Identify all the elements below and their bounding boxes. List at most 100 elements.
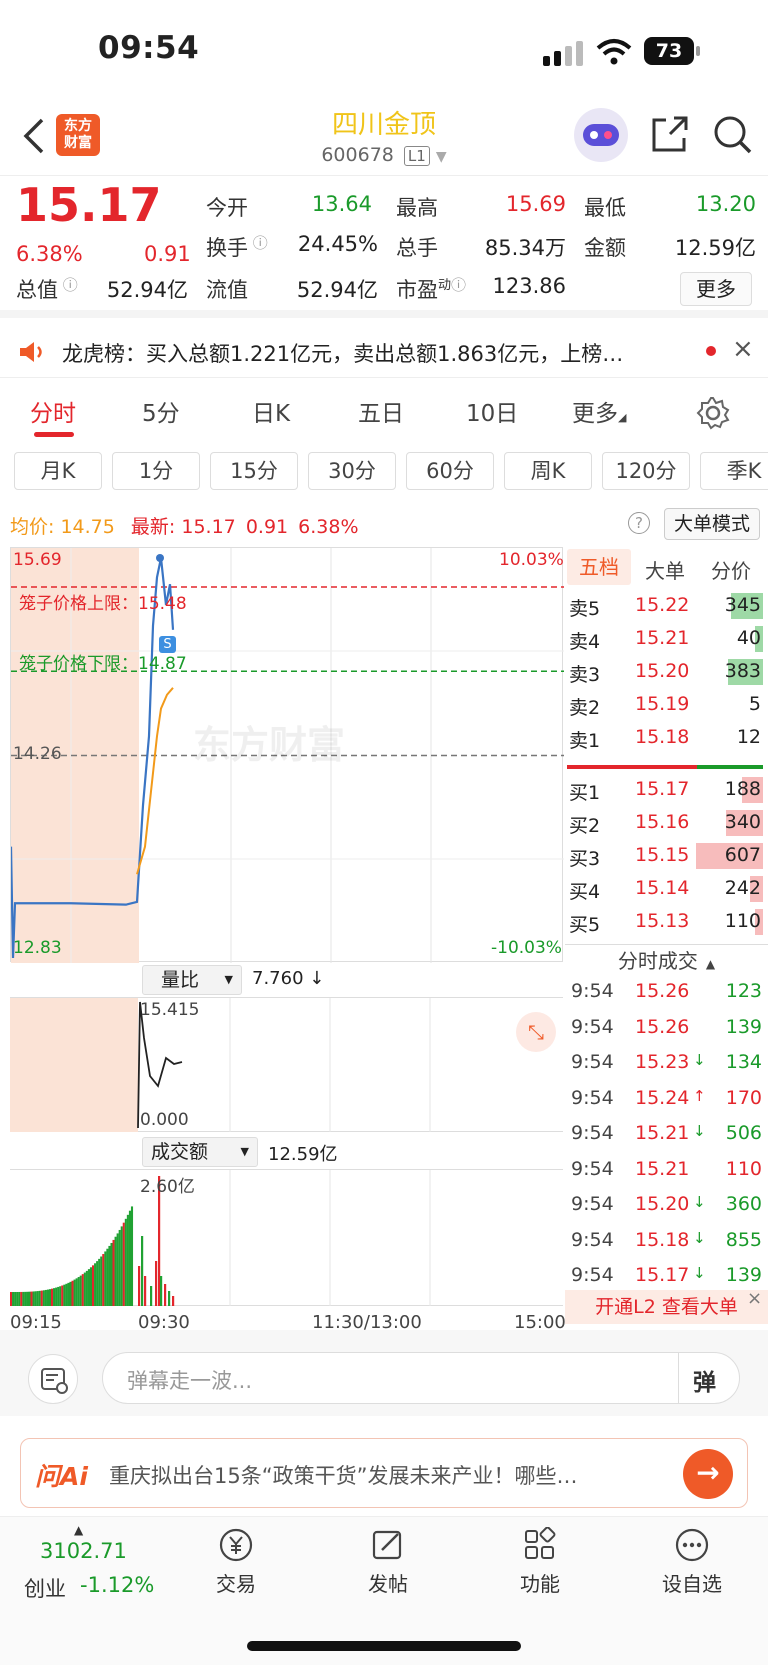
nav-add-watchlist[interactable]: 设自选	[642, 1527, 742, 1597]
amount-dropdown[interactable]: 成交额 ▼	[142, 1137, 258, 1167]
subtab-month-k[interactable]: 月K	[14, 452, 102, 490]
tick-row: 9:54 15.23 ↓ 134	[565, 1047, 768, 1082]
open-l2-button[interactable]: 开通L2 查看大单	[565, 1290, 768, 1324]
ratio-label: 量比	[161, 969, 200, 991]
tab-daily-k[interactable]: 日K	[252, 394, 290, 428]
ai-brand: 问Ai	[35, 1462, 88, 1491]
amount-bar	[51, 1288, 54, 1306]
big-order-mode-button[interactable]: 大单模式	[664, 508, 760, 540]
level-volume: 12	[736, 726, 761, 748]
level-price: 15.18	[635, 726, 690, 748]
amount-bar	[122, 1222, 125, 1306]
level-price: 15.19	[635, 693, 690, 715]
amount-bar	[150, 1286, 153, 1306]
danmu-placeholder: 弹幕走一波...	[127, 1369, 253, 1393]
tab-10day[interactable]: 10日	[466, 394, 518, 428]
amount-value: 12.59亿	[674, 236, 756, 260]
turnover-label-text: 换手	[206, 236, 248, 260]
amount-bar	[14, 1291, 17, 1306]
ai-news-banner[interactable]: 问Ai 重庆拟出台15条“政策干货”发展未来产业！哪些… →	[20, 1438, 748, 1508]
subtab-week-k[interactable]: 周K	[504, 452, 592, 490]
level-volume: 242	[724, 877, 761, 899]
nav-trade[interactable]: 交易	[186, 1527, 286, 1597]
tick-arrow: ↓	[693, 1193, 706, 1211]
help-icon[interactable]: ?	[628, 512, 650, 534]
settings-gear-icon[interactable]	[696, 396, 730, 430]
more-button[interactable]: 更多	[680, 272, 752, 306]
buy-level-row[interactable]: 买1 15.17 188	[565, 775, 763, 808]
tab-5min[interactable]: 5分	[142, 394, 180, 428]
nav-post[interactable]: 发帖	[338, 1527, 438, 1597]
quote-panel: 15.17 6.38% 0.91 今开 13.64 最高 15.69 最低 13…	[0, 176, 768, 318]
tick-volume: 123	[725, 980, 762, 1002]
tab-price-dist[interactable]: 分价	[711, 555, 751, 584]
search-icon[interactable]	[712, 114, 754, 156]
amount-chart: 2.60亿	[10, 1170, 563, 1306]
intraday-chart[interactable]: 东方财富 15.69 10.03% 笼子价格上限：15.48 笼子价格下限：14…	[10, 547, 564, 963]
ratio-dropdown[interactable]: 量比 ▼	[142, 965, 242, 995]
amount-bar	[59, 1286, 62, 1306]
sell-level-row[interactable]: 卖4 15.21 40	[565, 624, 763, 657]
subtab-120min[interactable]: 120分	[602, 452, 690, 490]
arrow-right-icon[interactable]: →	[683, 1449, 733, 1499]
sell-level-row[interactable]: 卖1 15.18 12	[565, 723, 763, 756]
amount-bar	[83, 1272, 86, 1306]
avg-price-line	[136, 687, 174, 875]
danmu-input[interactable]: 弹幕走一波... 弹	[102, 1352, 740, 1404]
tick-price: 15.20	[635, 1193, 690, 1215]
turnover-label[interactable]: 换手 ⓘ	[206, 232, 268, 262]
danmu-toggle-button[interactable]: 弹	[693, 1363, 716, 1397]
index-value[interactable]: 3102.71	[40, 1539, 127, 1563]
level-price: 15.15	[635, 844, 690, 866]
latest-value: 15.17	[181, 516, 236, 538]
sell-level-row[interactable]: 卖5 15.22 345	[565, 591, 763, 624]
amount-bar	[44, 1289, 47, 1306]
danmu-settings-icon[interactable]	[28, 1354, 78, 1404]
amount-bar	[20, 1291, 23, 1306]
amount-bar	[160, 1276, 163, 1306]
change-value: 0.91	[144, 242, 191, 266]
tick-price: 15.23	[635, 1051, 690, 1073]
tick-arrow: ↓	[693, 1051, 706, 1069]
close-icon[interactable]: ×	[732, 334, 754, 364]
tab-intraday[interactable]: 分时	[30, 394, 76, 428]
level-label: 卖4	[569, 631, 601, 653]
robot-avatar-icon[interactable]	[574, 108, 628, 162]
subtab-60min[interactable]: 60分	[406, 452, 494, 490]
y-axis-top: 15.69	[13, 550, 62, 570]
buy-level-row[interactable]: 买2 15.16 340	[565, 808, 763, 841]
nav-functions[interactable]: 功能	[490, 1526, 590, 1597]
sell-level-row[interactable]: 卖2 15.19 5	[565, 690, 763, 723]
ticks-header[interactable]: 分时成交 ▲	[565, 944, 768, 974]
s-badge-icon[interactable]: S	[159, 636, 176, 653]
tick-price: 15.24	[635, 1086, 690, 1109]
close-l2-icon[interactable]: ×	[747, 1288, 762, 1309]
edit-icon	[372, 1530, 402, 1560]
share-icon[interactable]	[650, 114, 690, 154]
tab-five-level[interactable]: 五档	[567, 549, 631, 585]
dragon-tiger-notice[interactable]: 龙虎榜：买入总额1.221亿元，卖出总额1.863亿元，上榜… ×	[0, 326, 768, 378]
tab-5day[interactable]: 五日	[358, 394, 404, 428]
amount-bar	[73, 1279, 76, 1306]
market-cap-label[interactable]: 总值 ⓘ	[16, 274, 78, 304]
sell-level-row[interactable]: 卖3 15.20 383	[565, 657, 763, 690]
tab-more[interactable]: 更多◢	[572, 394, 626, 428]
expand-icon[interactable]: ⤡	[516, 1012, 556, 1052]
tick-volume: 110	[725, 1157, 762, 1180]
amount-bar	[77, 1277, 80, 1306]
amount-bar	[92, 1265, 95, 1306]
buy-level-row[interactable]: 买3 15.15 607	[565, 841, 763, 874]
pe-label[interactable]: 市盈动ⓘ	[396, 274, 466, 304]
subtab-1min[interactable]: 1分	[112, 452, 200, 490]
amount-bar	[69, 1281, 72, 1306]
tick-arrow: ↓	[693, 1264, 706, 1282]
amount-bar	[155, 1261, 158, 1306]
tab-big-order[interactable]: 大单	[645, 555, 685, 584]
subtab-30min[interactable]: 30分	[308, 452, 396, 490]
subtab-15min[interactable]: 15分	[210, 452, 298, 490]
buy-level-row[interactable]: 买4 15.14 242	[565, 874, 763, 907]
subtab-quarter-k[interactable]: 季K	[700, 452, 768, 490]
amount-bar	[98, 1258, 101, 1306]
tick-arrow: ↓	[693, 1122, 706, 1140]
buy-level-row[interactable]: 买5 15.13 110	[565, 907, 763, 940]
